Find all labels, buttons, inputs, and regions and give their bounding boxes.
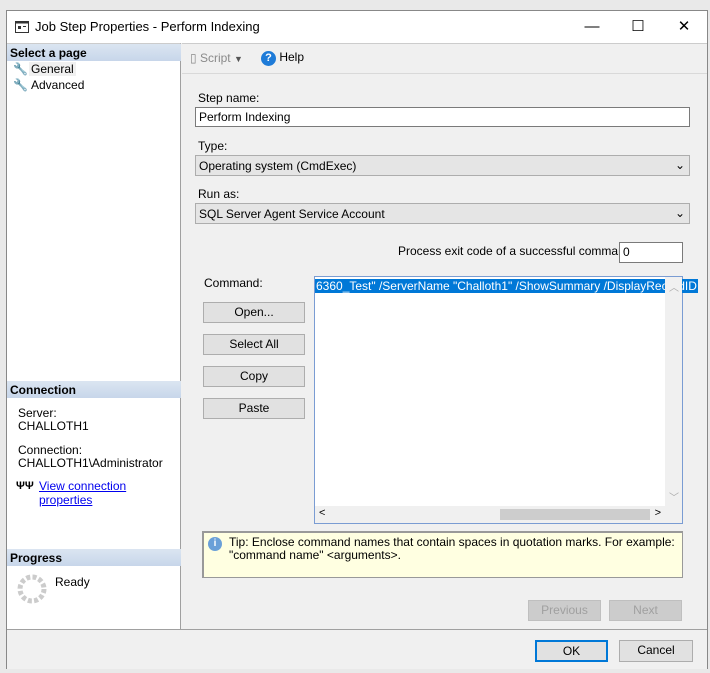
info-icon: i [208, 537, 222, 551]
server-value: CHALLOTH1 [18, 419, 89, 433]
view-connection-properties-link[interactable]: View connection properties [39, 479, 180, 507]
exit-code-label: Process exit code of a successful comman… [398, 244, 635, 258]
general-page: ▯ Script ▼ ? Help Step name: Perform Ind… [182, 43, 707, 629]
run-as-value: SQL Server Agent Service Account [199, 207, 385, 221]
job-step-properties-window: Job Step Properties - Perform Indexing —… [6, 10, 708, 669]
script-button[interactable]: ▯ Script ▼ [190, 51, 243, 65]
run-as-select[interactable]: SQL Server Agent Service Account ⌄ [195, 203, 690, 224]
chevron-down-icon: ⌄ [674, 158, 685, 172]
ok-button[interactable]: OK [535, 640, 608, 662]
scroll-corner [665, 506, 682, 523]
scroll-down-icon[interactable]: ﹀ [669, 489, 679, 504]
cancel-button[interactable]: Cancel [619, 640, 693, 662]
page-advanced[interactable]: 🔧 Advanced [13, 78, 86, 94]
chevron-down-icon: ▼ [233, 54, 243, 64]
page-general[interactable]: 🔧 General [13, 62, 76, 78]
help-icon: ? [261, 51, 276, 66]
select-page-header: Select a page [7, 44, 181, 61]
paste-button[interactable]: Paste [203, 398, 305, 419]
server-label: Server: [18, 406, 57, 420]
scroll-right-icon[interactable]: > [655, 507, 661, 519]
exit-code-input[interactable]: 0 [619, 242, 683, 263]
scroll-up-icon[interactable]: ︿ [669, 279, 679, 294]
sidebar: Select a page 🔧 General 🔧 Advanced Connect… [7, 43, 181, 629]
maximize-button[interactable]: ☐ [615, 11, 661, 43]
horizontal-scroll-thumb[interactable] [500, 509, 650, 520]
type-value: Operating system (CmdExec) [199, 159, 357, 173]
next-button[interactable]: Next [609, 600, 682, 621]
page-advanced-label: Advanced [31, 78, 85, 92]
plug-icon: ΨΨ [16, 480, 34, 492]
previous-button[interactable]: Previous [528, 600, 601, 621]
step-name-input[interactable]: Perform Indexing [195, 107, 690, 127]
copy-button[interactable]: Copy [203, 366, 305, 387]
command-label: Command: [204, 276, 263, 290]
progress-header: Progress [7, 549, 181, 566]
type-select[interactable]: Operating system (CmdExec) ⌄ [195, 155, 690, 176]
window-icon [15, 21, 29, 33]
title-bar: Job Step Properties - Perform Indexing —… [7, 11, 707, 43]
connection-header: Connection [7, 381, 181, 398]
horizontal-scrollbar[interactable]: < > [315, 506, 665, 523]
type-label: Type: [198, 139, 228, 153]
command-textarea[interactable]: 6360_Test" /ServerName "Challoth1" /Show… [314, 276, 698, 524]
tip-box: i Tip: Enclose command names that contai… [202, 531, 683, 578]
progress-spinner-icon [17, 574, 47, 604]
window-title: Job Step Properties - Perform Indexing [35, 19, 260, 34]
connection-label: Connection: [18, 443, 83, 457]
script-icon: ▯ [190, 51, 197, 65]
vertical-scrollbar[interactable]: ︿ ﹀ [665, 277, 682, 506]
close-button[interactable]: ✕ [661, 11, 707, 43]
open-button[interactable]: Open... [203, 302, 305, 323]
help-button[interactable]: ? Help [261, 50, 304, 66]
page-general-label: General [29, 62, 76, 76]
minimize-button[interactable]: — [569, 11, 615, 43]
wrench-icon: 🔧 [13, 78, 28, 92]
tip-text: Tip: Enclose command names that contain … [229, 535, 675, 562]
progress-status: Ready [55, 575, 90, 589]
dialog-footer: OK Cancel [7, 629, 707, 669]
help-label: Help [279, 50, 305, 64]
run-as-label: Run as: [198, 187, 240, 201]
script-label: Script [199, 51, 231, 65]
select-all-button[interactable]: Select All [203, 334, 305, 355]
chevron-down-icon: ⌄ [674, 206, 685, 220]
connection-value: CHALLOTH1\Administrator [18, 456, 163, 470]
wrench-icon: 🔧 [13, 62, 28, 76]
toolbar: ▯ Script ▼ ? Help [182, 44, 707, 74]
scroll-left-icon[interactable]: < [319, 507, 325, 519]
command-text: 6360_Test" /ServerName "Challoth1" /Show… [315, 279, 698, 293]
step-name-label: Step name: [198, 91, 260, 105]
